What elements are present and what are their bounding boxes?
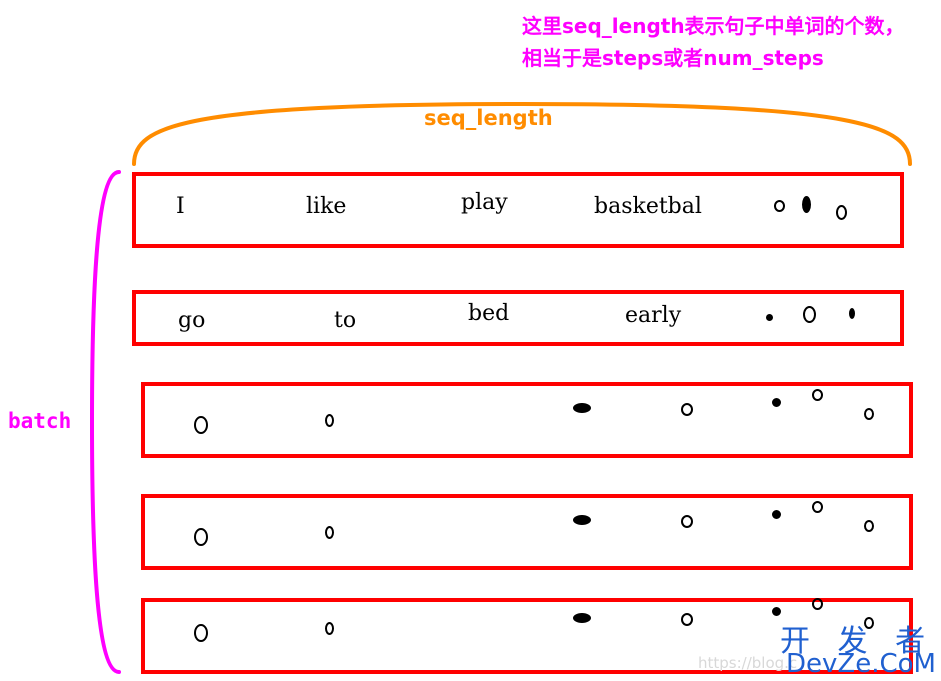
ellipsis-dot-icon xyxy=(802,196,811,213)
batch-label: batch xyxy=(8,409,72,433)
ellipsis-dot-icon xyxy=(325,526,334,539)
word-token: basketbal xyxy=(594,194,702,219)
word-token: to xyxy=(334,308,357,333)
ellipsis-dot-icon xyxy=(849,308,855,319)
ellipsis-dot-icon xyxy=(766,314,773,321)
ellipsis-dot-icon xyxy=(194,528,208,546)
ellipsis-dot-icon xyxy=(681,613,693,626)
ellipsis-dot-icon xyxy=(864,408,874,420)
word-token: like xyxy=(306,194,347,219)
ellipsis-dot-icon xyxy=(836,205,847,220)
ellipsis-dot-icon xyxy=(774,200,785,212)
word-token: I xyxy=(176,194,185,219)
seq-length-label: seq_length xyxy=(424,106,553,130)
ellipsis-dot-icon xyxy=(772,510,781,519)
sequence-box xyxy=(132,290,904,346)
ellipsis-dot-icon xyxy=(573,515,591,525)
watermark-domain-text: DevZe.CoM xyxy=(786,649,936,679)
ellipsis-dot-icon xyxy=(812,598,823,610)
ellipsis-dot-icon xyxy=(772,607,781,616)
ellipsis-dot-icon xyxy=(325,622,334,635)
ellipsis-dot-icon xyxy=(812,389,823,401)
ellipsis-dot-icon xyxy=(812,501,823,513)
batch-brace xyxy=(89,170,121,674)
ellipsis-dot-icon xyxy=(194,624,208,642)
ellipsis-dot-icon xyxy=(573,403,591,413)
sequence-box xyxy=(132,172,904,248)
word-token: early xyxy=(625,303,682,328)
ellipsis-dot-icon xyxy=(772,398,781,407)
ellipsis-dot-icon xyxy=(681,403,693,416)
ellipsis-dot-icon xyxy=(194,416,208,434)
ellipsis-dot-icon xyxy=(573,613,591,623)
word-token: bed xyxy=(468,301,510,326)
annotation-note-line-1: 这里seq_length表示句子中单词的个数， xyxy=(522,14,905,38)
ellipsis-dot-icon xyxy=(681,515,693,528)
sequence-box xyxy=(141,382,913,458)
word-token: go xyxy=(178,308,206,333)
diagram-canvas: 这里seq_length表示句子中单词的个数， 相当于是steps或者num_s… xyxy=(0,0,941,681)
ellipsis-dot-icon xyxy=(325,414,334,427)
sequence-box xyxy=(141,494,913,570)
annotation-note-line-2: 相当于是steps或者num_steps xyxy=(522,46,824,70)
ellipsis-dot-icon xyxy=(864,520,874,532)
word-token: play xyxy=(461,190,508,215)
ellipsis-dot-icon xyxy=(803,306,816,323)
